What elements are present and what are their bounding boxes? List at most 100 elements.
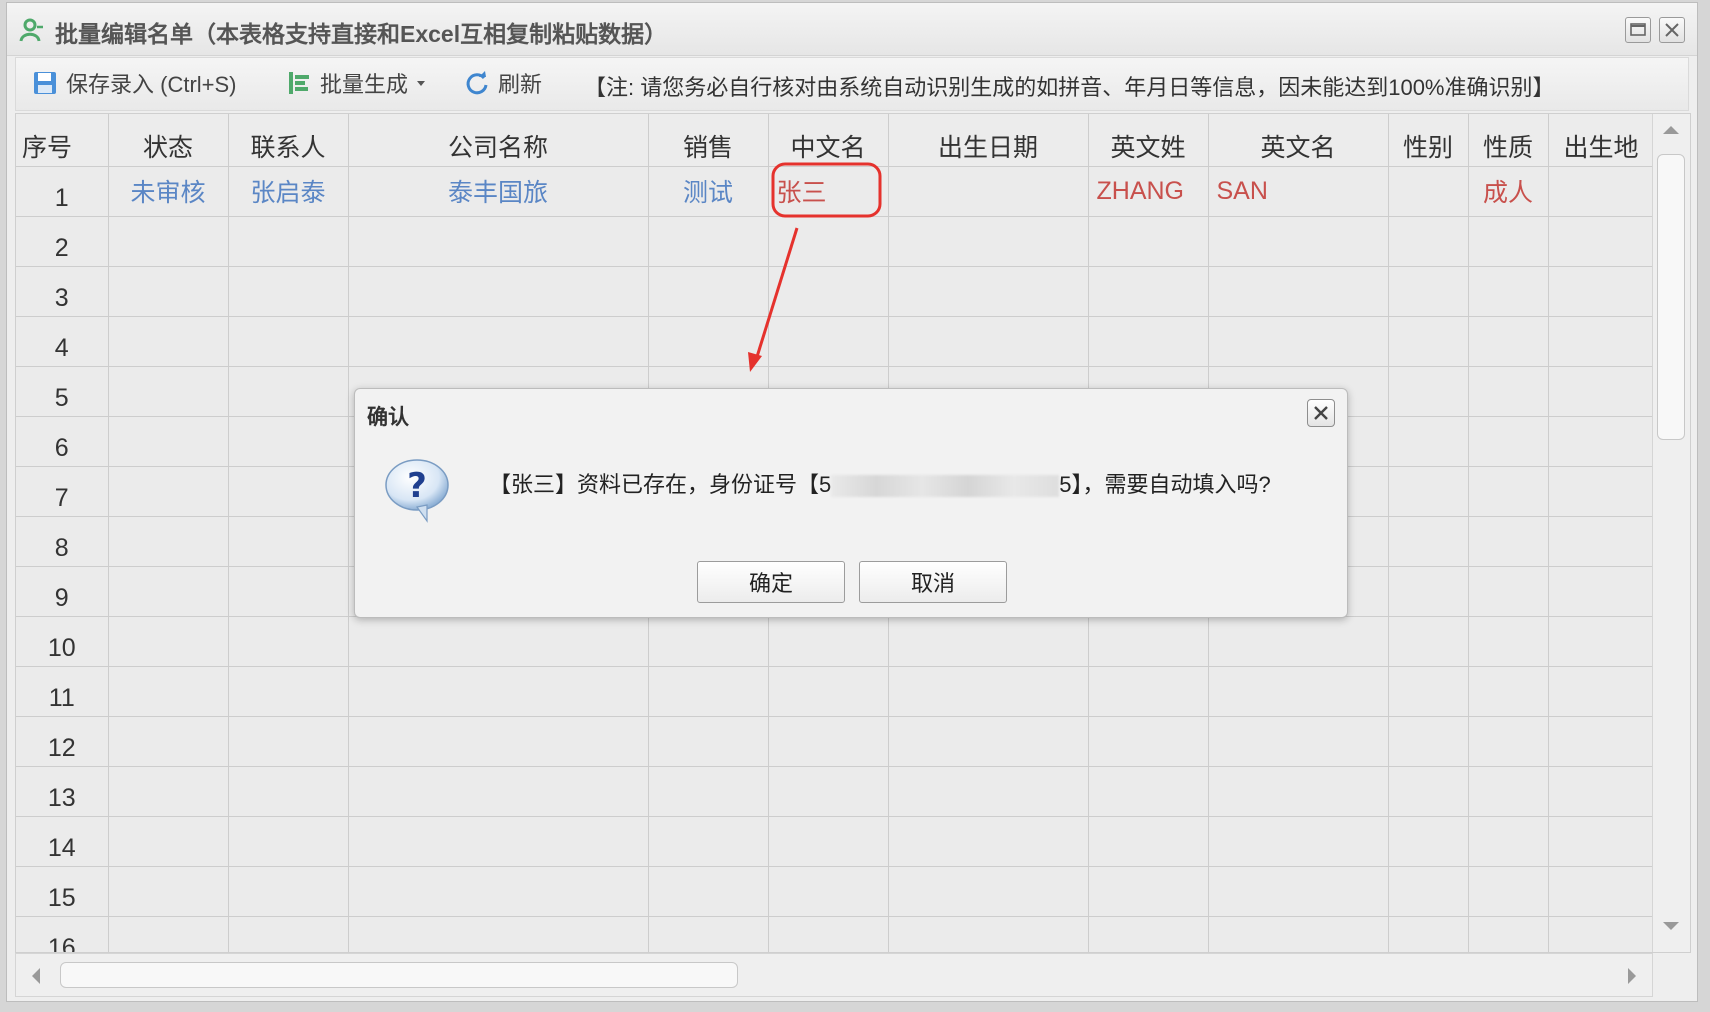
- grid-cell[interactable]: [1468, 616, 1549, 667]
- grid-cell[interactable]: [768, 766, 889, 817]
- grid-cell[interactable]: [1208, 316, 1389, 367]
- grid-cell[interactable]: [1088, 766, 1209, 817]
- dialog-close-button[interactable]: [1307, 399, 1335, 427]
- grid-cell[interactable]: [108, 816, 229, 867]
- grid-cell[interactable]: [1468, 916, 1549, 952]
- grid-cell[interactable]: [1548, 766, 1655, 817]
- grid-cell[interactable]: [1388, 916, 1469, 952]
- grid-cell[interactable]: [1388, 666, 1469, 717]
- scroll-right-icon[interactable]: [1620, 956, 1644, 996]
- grid-cell[interactable]: [1468, 266, 1549, 317]
- col-header-nature[interactable]: 性质: [1468, 114, 1549, 167]
- grid-cell[interactable]: [1088, 616, 1209, 667]
- grid-cell[interactable]: [888, 766, 1089, 817]
- grid-cell[interactable]: [648, 816, 769, 867]
- grid-cell[interactable]: [1088, 866, 1209, 917]
- grid-cell[interactable]: [108, 616, 229, 667]
- birth-date-cell[interactable]: [888, 166, 1089, 217]
- grid-cell[interactable]: [1468, 216, 1549, 267]
- grid-cell[interactable]: [1088, 316, 1209, 367]
- grid-cell[interactable]: [888, 916, 1089, 952]
- grid-cell[interactable]: [228, 816, 349, 867]
- grid-cell[interactable]: [1548, 716, 1655, 767]
- grid-cell[interactable]: [228, 466, 349, 517]
- nature-cell[interactable]: 成人: [1468, 166, 1549, 217]
- grid-cell[interactable]: [108, 366, 229, 417]
- grid-cell[interactable]: [228, 866, 349, 917]
- grid-cell[interactable]: [1548, 916, 1655, 952]
- grid-cell[interactable]: [228, 916, 349, 952]
- grid-cell[interactable]: [348, 766, 649, 817]
- grid-cell[interactable]: [648, 616, 769, 667]
- grid-cell[interactable]: [1468, 316, 1549, 367]
- grid-cell[interactable]: [1388, 866, 1469, 917]
- grid-cell[interactable]: [228, 416, 349, 467]
- grid-cell[interactable]: [228, 716, 349, 767]
- grid-cell[interactable]: [228, 616, 349, 667]
- grid-cell[interactable]: [648, 316, 769, 367]
- grid-cell[interactable]: [888, 216, 1089, 267]
- grid-cell[interactable]: [1208, 616, 1389, 667]
- grid-cell[interactable]: [888, 316, 1089, 367]
- grid-cell[interactable]: [648, 266, 769, 317]
- grid-cell[interactable]: [228, 766, 349, 817]
- grid-cell[interactable]: [768, 616, 889, 667]
- grid-cell[interactable]: [1088, 916, 1209, 952]
- grid-cell[interactable]: [228, 216, 349, 267]
- grid-cell[interactable]: [1548, 216, 1655, 267]
- grid-cell[interactable]: [228, 316, 349, 367]
- grid-cell[interactable]: [1548, 616, 1655, 667]
- vertical-scrollbar[interactable]: [1652, 114, 1690, 952]
- grid-cell[interactable]: [108, 716, 229, 767]
- batch-generate-button[interactable]: 批量生成: [286, 68, 428, 98]
- grid-cell[interactable]: [1388, 516, 1469, 567]
- grid-cell[interactable]: [1468, 716, 1549, 767]
- grid-cell[interactable]: [108, 766, 229, 817]
- grid-cell[interactable]: [768, 916, 889, 952]
- grid-cell[interactable]: [1388, 216, 1469, 267]
- grid-cell[interactable]: [348, 716, 649, 767]
- grid-cell[interactable]: [1208, 766, 1389, 817]
- col-header-sales[interactable]: 销售: [648, 114, 769, 167]
- grid-cell[interactable]: [888, 816, 1089, 867]
- grid-cell[interactable]: [1388, 366, 1469, 417]
- grid-cell[interactable]: [888, 616, 1089, 667]
- grid-cell[interactable]: [1208, 666, 1389, 717]
- grid-cell[interactable]: [1468, 816, 1549, 867]
- grid-cell[interactable]: [1388, 766, 1469, 817]
- refresh-button[interactable]: 刷新: [464, 68, 542, 98]
- grid-cell[interactable]: [1208, 866, 1389, 917]
- col-header-en-first[interactable]: 英文名: [1208, 114, 1389, 167]
- grid-cell[interactable]: [768, 716, 889, 767]
- col-header-status[interactable]: 状态: [108, 114, 229, 167]
- grid-cell[interactable]: [1088, 716, 1209, 767]
- ok-button[interactable]: 确定: [697, 561, 845, 603]
- en-first-cell[interactable]: SAN: [1208, 166, 1389, 217]
- grid-cell[interactable]: [768, 316, 889, 367]
- grid-cell[interactable]: [1088, 816, 1209, 867]
- grid-cell[interactable]: [888, 716, 1089, 767]
- grid-cell[interactable]: [108, 416, 229, 467]
- grid-cell[interactable]: [648, 216, 769, 267]
- grid-cell[interactable]: [1388, 716, 1469, 767]
- grid-cell[interactable]: [1548, 366, 1655, 417]
- grid-cell[interactable]: [888, 266, 1089, 317]
- grid-cell[interactable]: [228, 566, 349, 617]
- grid-cell[interactable]: [1388, 416, 1469, 467]
- grid-cell[interactable]: [648, 666, 769, 717]
- grid-cell[interactable]: [1548, 466, 1655, 517]
- grid-cell[interactable]: [108, 516, 229, 567]
- col-header-birth-date[interactable]: 出生日期: [888, 114, 1089, 167]
- grid-cell[interactable]: [768, 216, 889, 267]
- grid-cell[interactable]: [1388, 316, 1469, 367]
- grid-cell[interactable]: [1548, 266, 1655, 317]
- grid-cell[interactable]: [1548, 866, 1655, 917]
- grid-cell[interactable]: [1468, 766, 1549, 817]
- grid-cell[interactable]: [108, 216, 229, 267]
- gender-cell[interactable]: [1388, 166, 1469, 217]
- grid-cell[interactable]: [648, 716, 769, 767]
- grid-cell[interactable]: [348, 316, 649, 367]
- grid-cell[interactable]: [108, 566, 229, 617]
- grid-cell[interactable]: [1548, 566, 1655, 617]
- grid-cell[interactable]: [888, 866, 1089, 917]
